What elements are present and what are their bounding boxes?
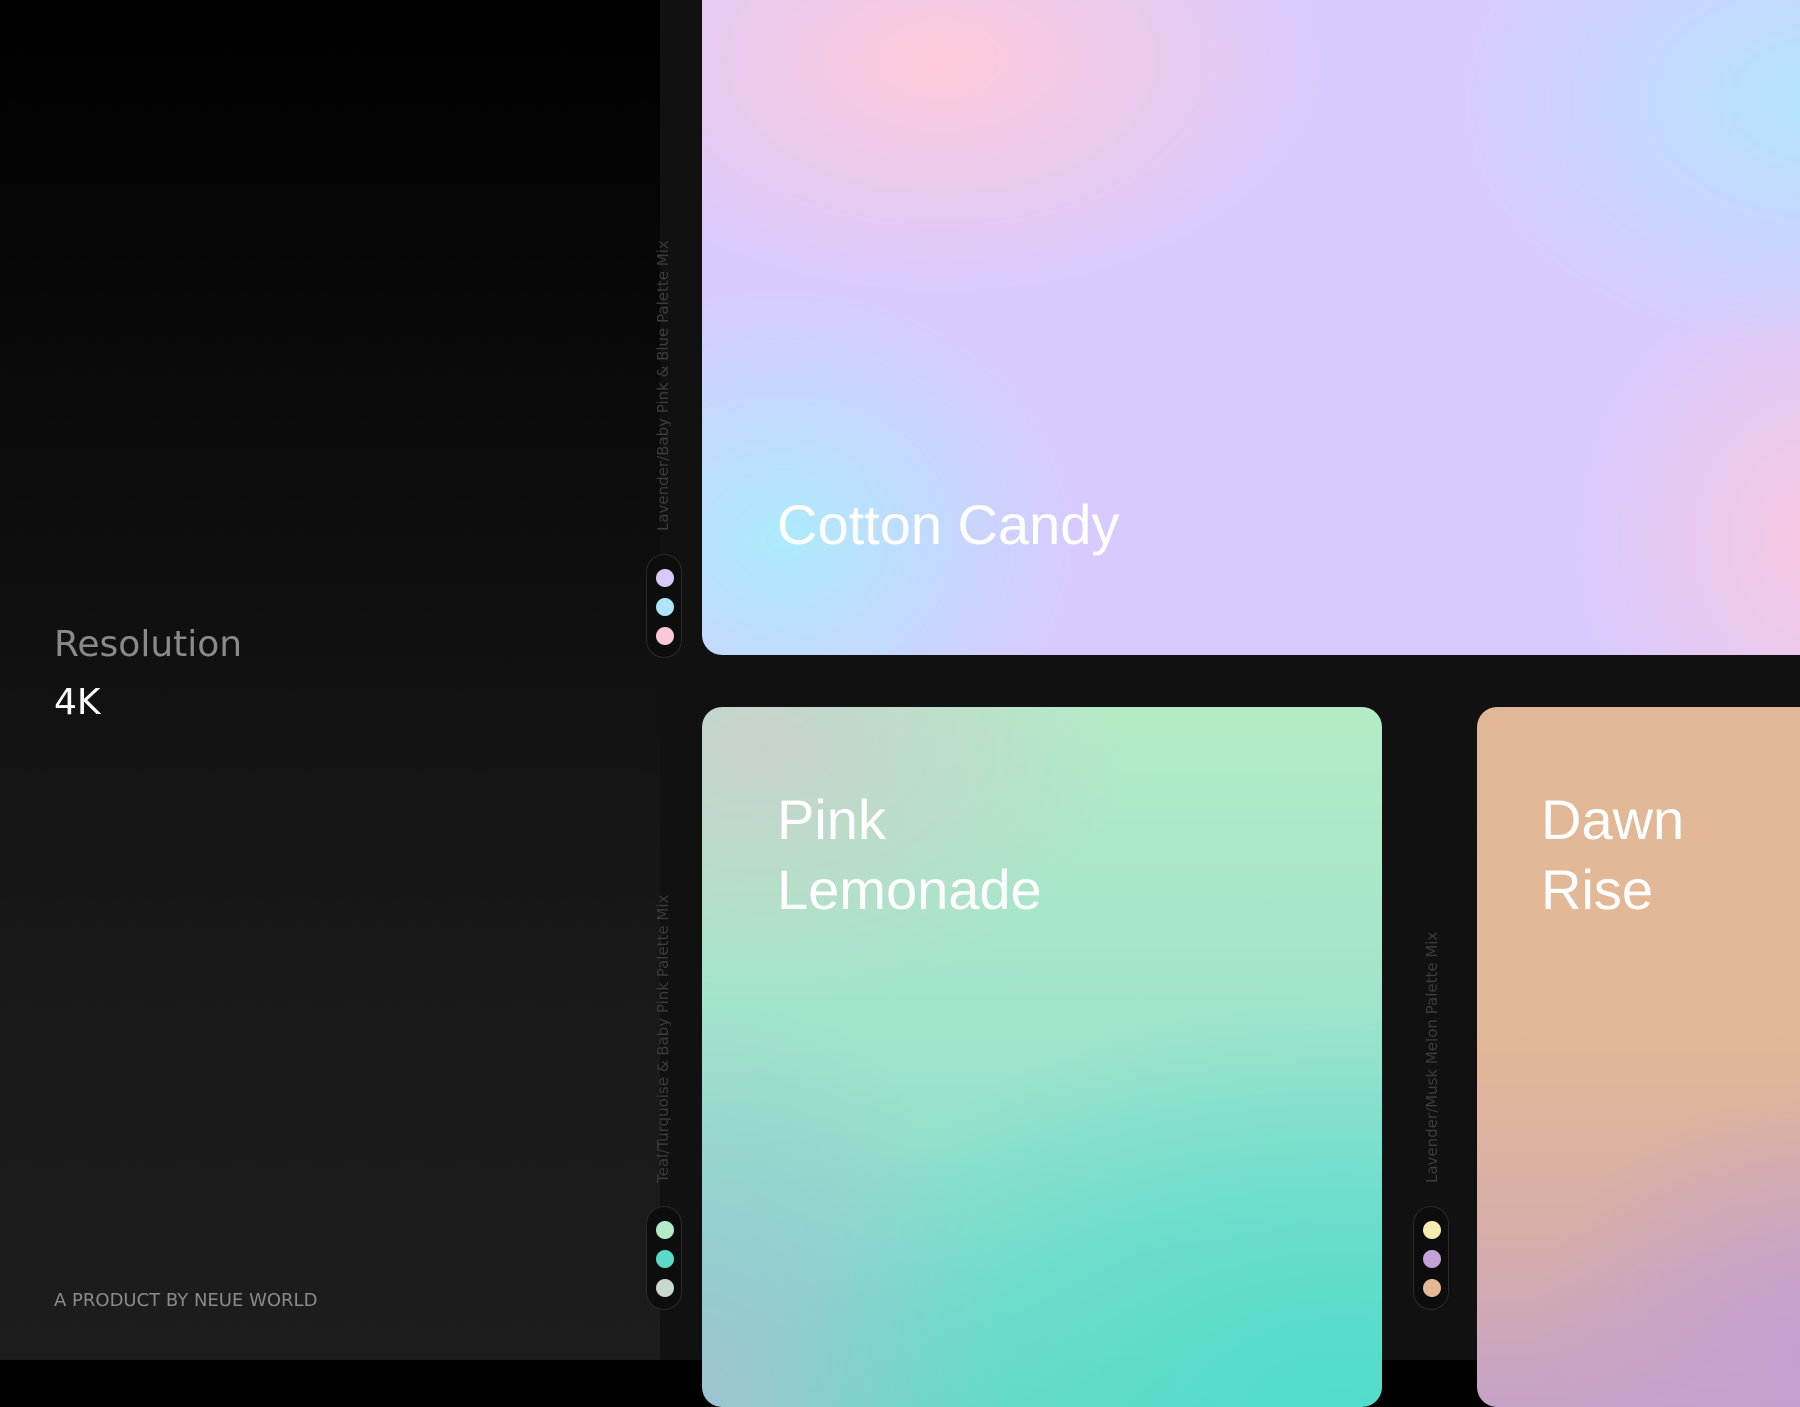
card-title: Pink Lemonade bbox=[777, 788, 1042, 921]
resolution-label: Resolution bbox=[54, 624, 243, 665]
resolution-value: 4K bbox=[54, 682, 101, 723]
color-swatch[interactable] bbox=[656, 627, 674, 645]
palette-label: Lavender/Musk Melon Palette Mix bbox=[1423, 931, 1441, 1183]
swatch-group bbox=[646, 554, 682, 658]
card-title: Cotton Candy bbox=[777, 493, 1120, 556]
color-swatch[interactable] bbox=[656, 598, 674, 616]
gradient-card-dawn-rise[interactable]: Dawn Rise bbox=[1477, 707, 1800, 1407]
color-swatch[interactable] bbox=[656, 1221, 674, 1239]
palette-label: Lavender/Baby Pink & Blue Palette Mix bbox=[654, 240, 672, 531]
color-swatch[interactable] bbox=[656, 569, 674, 587]
footer-credit: A PRODUCT BY NEUE WORLD bbox=[54, 1290, 318, 1311]
color-swatch[interactable] bbox=[656, 1279, 674, 1297]
swatch-group bbox=[1413, 1206, 1449, 1310]
palette-label: Teal/Turquoise & Baby Pink Palette Mix bbox=[654, 894, 672, 1183]
gradient-card-pink-lemonade[interactable]: Pink Lemonade bbox=[702, 707, 1382, 1407]
color-swatch[interactable] bbox=[1423, 1250, 1441, 1268]
swatch-group bbox=[646, 1206, 682, 1310]
gradient-card-cotton-candy[interactable]: Cotton Candy bbox=[702, 0, 1800, 655]
color-swatch[interactable] bbox=[1423, 1221, 1441, 1239]
color-swatch[interactable] bbox=[656, 1250, 674, 1268]
color-swatch[interactable] bbox=[1423, 1279, 1441, 1297]
card-title: Dawn Rise bbox=[1541, 788, 1685, 921]
